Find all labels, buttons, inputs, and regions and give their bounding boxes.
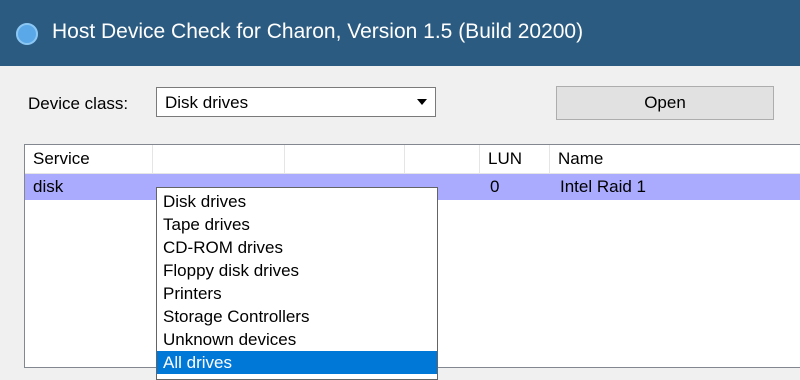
dropdown-option-printers[interactable]: Printers	[157, 282, 437, 305]
column-header-3[interactable]	[285, 145, 405, 173]
device-class-dropdown-list[interactable]: Disk drives Tape drives CD-ROM drives Fl…	[156, 187, 438, 380]
combobox-arrow-button[interactable]	[411, 90, 433, 114]
cell-service: disk	[33, 177, 64, 196]
dropdown-option-disk-drives[interactable]: Disk drives	[157, 190, 437, 213]
dropdown-option-storage-controllers[interactable]: Storage Controllers	[157, 305, 437, 328]
list-header: Service LUN Name	[25, 145, 800, 174]
dropdown-option-tape-drives[interactable]: Tape drives	[157, 213, 437, 236]
window-title: Host Device Check for Charon, Version 1.…	[52, 20, 584, 43]
cell-name: Intel Raid 1	[560, 177, 646, 196]
column-header-lun[interactable]: LUN	[480, 145, 550, 173]
column-header-service[interactable]: Service	[25, 145, 153, 173]
dropdown-option-floppy-disk-drives[interactable]: Floppy disk drives	[157, 259, 437, 282]
column-header-2[interactable]	[153, 145, 285, 173]
device-class-combobox[interactable]: Disk drives	[156, 87, 436, 117]
device-class-label: Device class:	[28, 94, 129, 113]
title-bar: Host Device Check for Charon, Version 1.…	[0, 0, 800, 66]
chevron-down-icon	[417, 99, 427, 105]
combobox-value: Disk drives	[165, 93, 249, 112]
open-button[interactable]: Open	[556, 86, 774, 120]
column-header-4[interactable]	[405, 145, 480, 173]
cell-lun: 0	[490, 177, 500, 196]
dropdown-option-unknown-devices[interactable]: Unknown devices	[157, 328, 437, 351]
client-area: Device class: Disk drives Open Service L…	[0, 66, 800, 380]
dropdown-option-all-drives[interactable]: All drives	[157, 351, 437, 374]
app-icon	[16, 23, 38, 45]
dropdown-option-cd-rom-drives[interactable]: CD-ROM drives	[157, 236, 437, 259]
column-header-name[interactable]: Name	[550, 145, 800, 173]
